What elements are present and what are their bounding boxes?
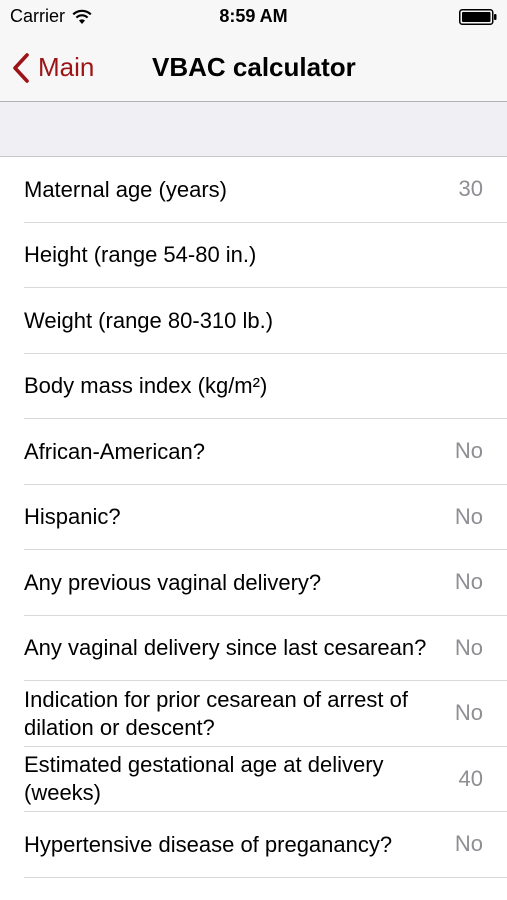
row-weight[interactable]: Weight (range 80-310 lb.) [0,288,507,354]
row-value: No [454,700,483,725]
back-button-label: Main [38,52,95,82]
page-title: VBAC calculator [152,52,356,82]
row-label: Any vaginal delivery since last cesarean… [24,635,427,661]
row-value: 30 [458,176,483,201]
status-bar: Carrier 8:59 AM [0,0,507,34]
row-label: Any previous vaginal delivery? [24,569,322,595]
row-value: No [454,634,483,660]
row-hispanic[interactable]: Hispanic? No [0,485,507,551]
row-label: Height (range 54-80 in.) [24,242,257,268]
calculator-form-list: Maternal age (years) 30 Height (range 54… [0,157,507,878]
row-label: Indication for prior cesarean of arrest … [24,686,408,740]
row-label: African-American? [24,438,205,464]
navigation-bar: Main VBAC calculator [0,34,507,102]
screen: Carrier 8:59 AM Main VBAC calculator Mat… [0,0,507,900]
back-button[interactable]: Main [12,34,94,101]
row-height[interactable]: Height (range 54-80 in.) [0,223,507,289]
section-header [0,102,507,157]
battery-icon [459,9,497,25]
row-gestational-age[interactable]: Estimated gestational age at delivery (w… [0,747,507,813]
row-label: Estimated gestational age at delivery (w… [24,752,384,806]
row-vaginal-delivery-since-cesarean[interactable]: Any vaginal delivery since last cesarean… [0,616,507,682]
chevron-left-icon [13,52,29,83]
row-value: No [454,569,483,594]
row-value: 40 [458,765,483,791]
row-african-american[interactable]: African-American? No [0,419,507,485]
row-body-mass-index[interactable]: Body mass index (kg/m²) [0,354,507,420]
row-value: No [454,831,483,856]
row-prior-cesarean-indication[interactable]: Indication for prior cesarean of arrest … [0,681,507,747]
row-label: Hispanic? [24,504,121,530]
row-value: No [454,503,483,529]
status-time: 8:59 AM [219,6,288,26]
row-previous-vaginal-delivery[interactable]: Any previous vaginal delivery? No [0,550,507,616]
row-maternal-age[interactable]: Maternal age (years) 30 [0,157,507,223]
row-hypertensive-disease[interactable]: Hypertensive disease of preganancy? No [0,812,507,878]
row-value: No [454,438,483,463]
row-label: Hypertensive disease of preganancy? [24,831,393,857]
row-label: Maternal age (years) [24,176,227,202]
row-label: Body mass index (kg/m²) [24,373,268,399]
row-label: Weight (range 80-310 lb.) [24,307,274,333]
